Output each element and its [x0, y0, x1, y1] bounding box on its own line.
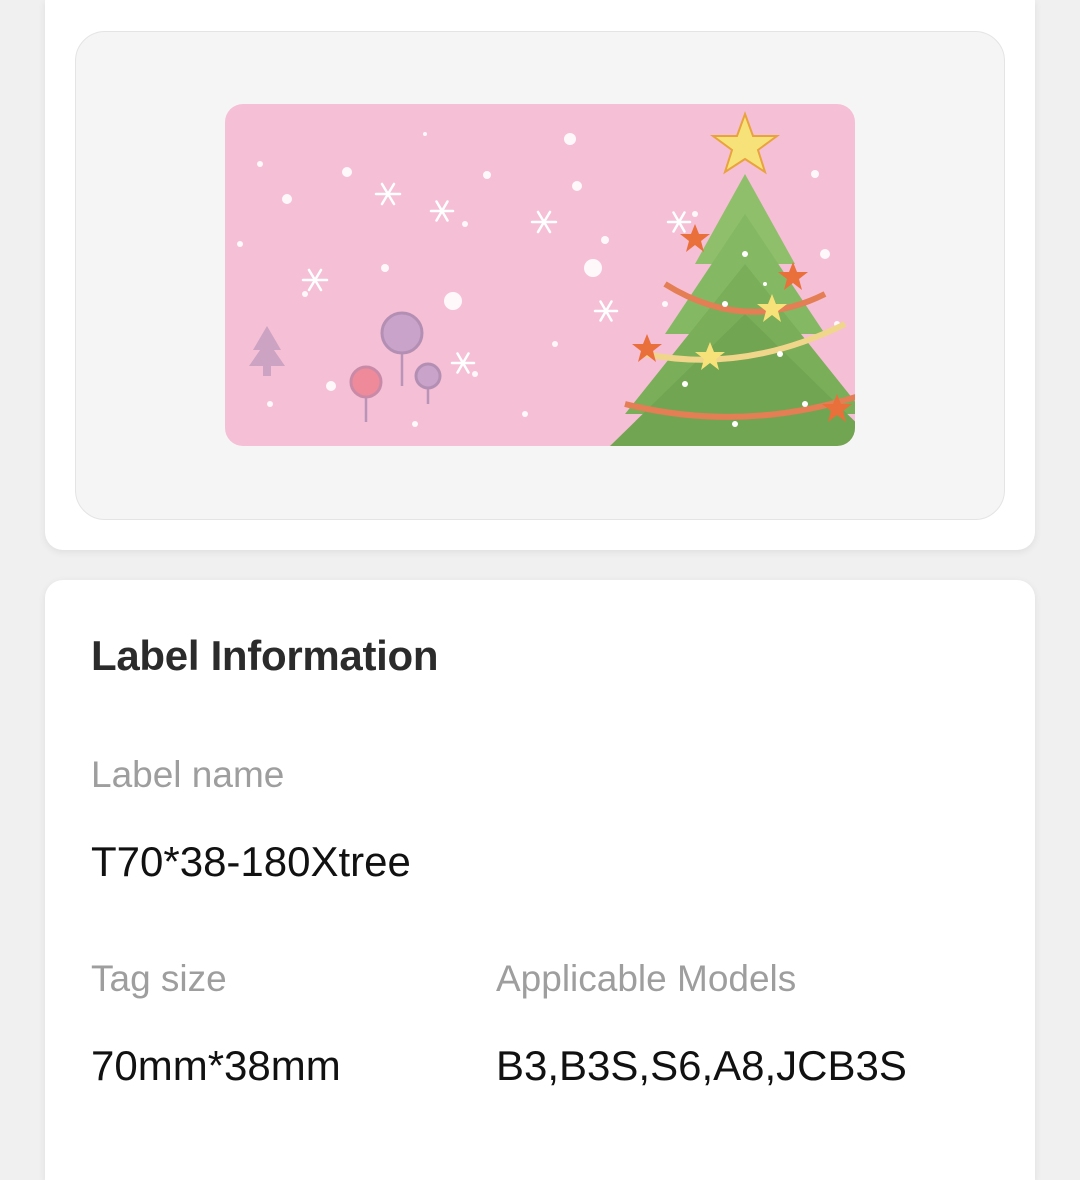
label-preview-frame [75, 31, 1005, 520]
tag-size-value: 70mm*38mm [91, 1042, 341, 1089]
label-name-caption: Label name [91, 754, 285, 795]
preview-card [45, 0, 1035, 550]
section-title: Label Information [91, 632, 439, 679]
label-information-card: Label Information Label name T70*38-180X… [45, 580, 1035, 1180]
applicable-models-caption: Applicable Models [496, 958, 797, 999]
label-name-value: T70*38-180Xtree [91, 838, 411, 885]
label-preview-image [225, 104, 855, 446]
tag-size-caption: Tag size [91, 958, 227, 999]
applicable-models-value: B3,B3S,S6,A8,JCB3S [496, 1042, 907, 1089]
